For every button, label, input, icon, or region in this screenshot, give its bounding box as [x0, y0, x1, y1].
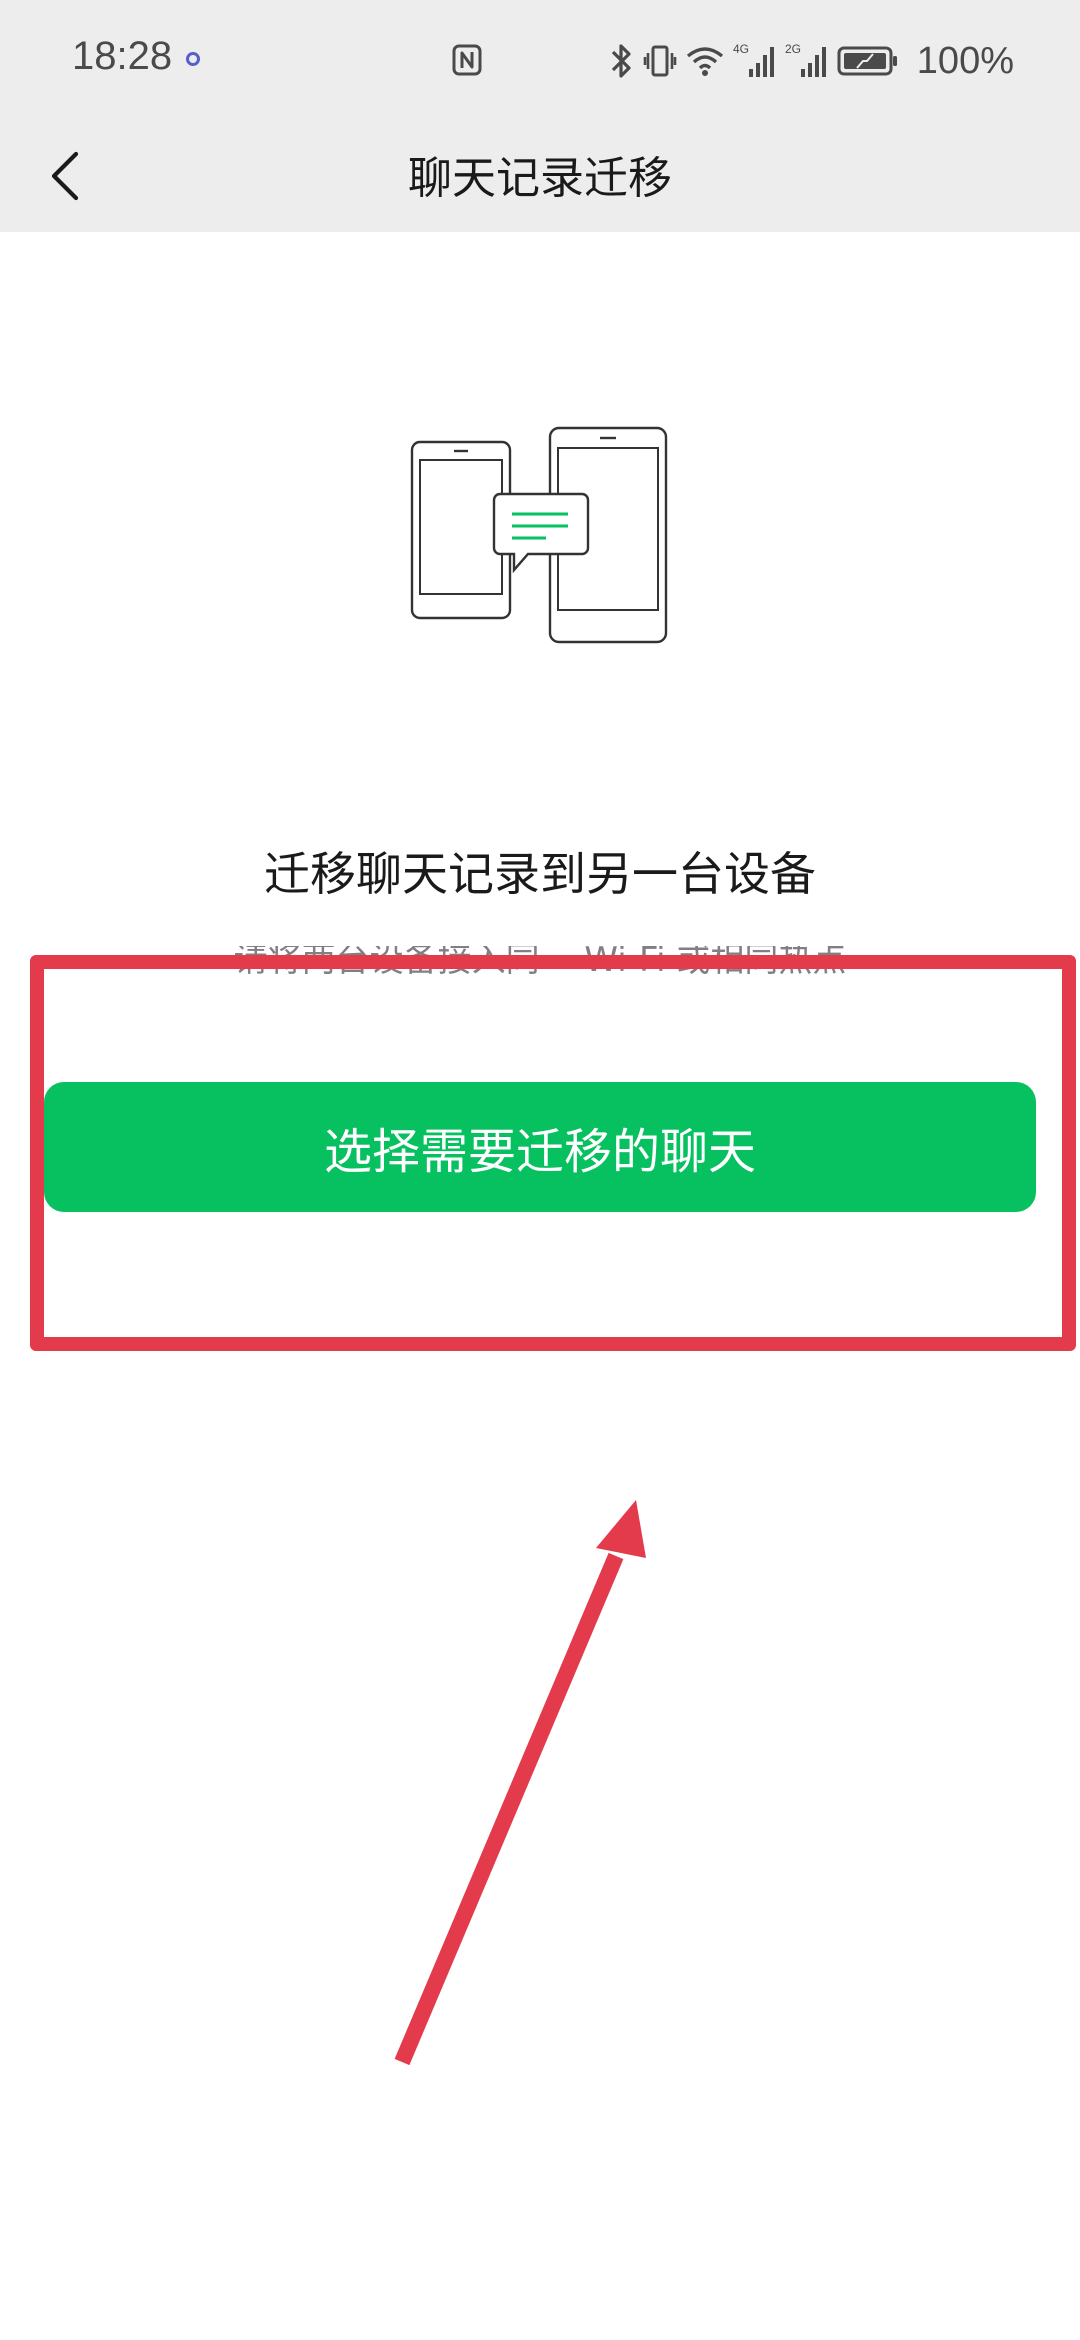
- status-icons: 4G 2G 100%: [609, 38, 1014, 84]
- nav-bar: 聊天记录迁移: [0, 120, 1080, 232]
- bluetooth-icon: [611, 44, 631, 78]
- page-title: 聊天记录迁移: [408, 153, 672, 204]
- signal-2g-icon: 2G: [785, 42, 826, 77]
- status-bar: 18:28 4G 2G 100%: [0, 0, 1080, 120]
- status-time: 18:28: [72, 34, 173, 78]
- battery-percentage: 100%: [916, 39, 1014, 82]
- select-chats-button[interactable]: 选择需要迁移的聊天: [44, 1082, 1036, 1212]
- signal-4g-icon: 4G: [733, 42, 774, 77]
- network-label-1: 4G: [733, 42, 749, 56]
- migration-headline: 迁移聊天记录到另一台设备: [264, 847, 816, 901]
- nfc-icon: [452, 44, 482, 76]
- wifi-icon: [686, 47, 723, 76]
- migration-subtext-text: 请将两台设备接入同一 Wi-Fi 或相同热点: [233, 946, 847, 980]
- migration-subtext: 请将两台设备接入同一 Wi-Fi 或相同热点: [0, 946, 1080, 986]
- network-label-2: 2G: [785, 42, 801, 56]
- two-phones-transfer-icon: [410, 426, 668, 644]
- notification-dot-icon: [186, 52, 200, 66]
- vibrate-icon: [643, 45, 677, 77]
- battery-icon: [837, 46, 897, 76]
